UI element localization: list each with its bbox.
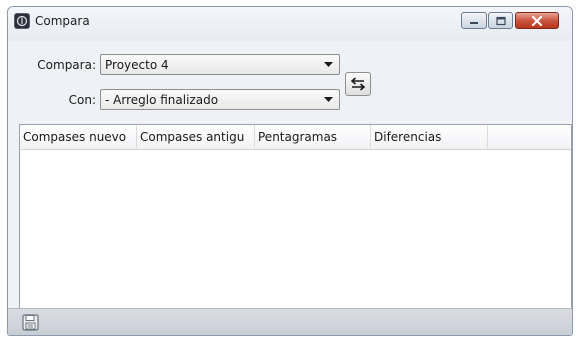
column-header-old-measures[interactable]: Compases antigu xyxy=(137,125,255,149)
compare-dropdown-value: Proyecto 4 xyxy=(105,58,169,72)
minimize-button[interactable] xyxy=(461,12,487,29)
swap-arrows-icon xyxy=(350,77,366,91)
compare-dropdown[interactable]: Proyecto 4 xyxy=(100,54,340,75)
close-icon xyxy=(531,15,543,26)
minimize-icon xyxy=(470,21,478,24)
with-label: Con: xyxy=(68,93,96,107)
column-header-new-measures[interactable]: Compases nuevo xyxy=(20,125,137,149)
maximize-icon xyxy=(495,16,506,25)
chevron-down-icon xyxy=(324,97,333,102)
table-body[interactable] xyxy=(20,150,571,308)
title-bar[interactable]: Compara xyxy=(8,7,572,41)
column-header-differences[interactable]: Diferencias xyxy=(371,125,488,149)
chevron-down-icon xyxy=(324,62,333,67)
with-dropdown[interactable]: - Arreglo finalizado xyxy=(100,89,340,110)
window-title: Compara xyxy=(35,14,90,28)
save-icon[interactable] xyxy=(22,314,39,331)
close-button[interactable] xyxy=(515,12,559,29)
bottom-toolbar xyxy=(8,308,572,335)
column-header-extra[interactable] xyxy=(488,125,572,149)
column-header-staves[interactable]: Pentagramas xyxy=(255,125,371,149)
compare-label: Compara: xyxy=(37,58,96,72)
app-icon xyxy=(14,13,30,29)
differences-table[interactable]: Compases nuevo Compases antigu Pentagram… xyxy=(19,124,572,309)
maximize-button[interactable] xyxy=(488,12,513,29)
swap-button[interactable] xyxy=(345,72,371,96)
compare-window: Compara Compara: Proyecto 4 Con: - Arreg… xyxy=(7,6,573,336)
table-header: Compases nuevo Compases antigu Pentagram… xyxy=(20,125,571,150)
with-dropdown-value: - Arreglo finalizado xyxy=(105,93,219,107)
